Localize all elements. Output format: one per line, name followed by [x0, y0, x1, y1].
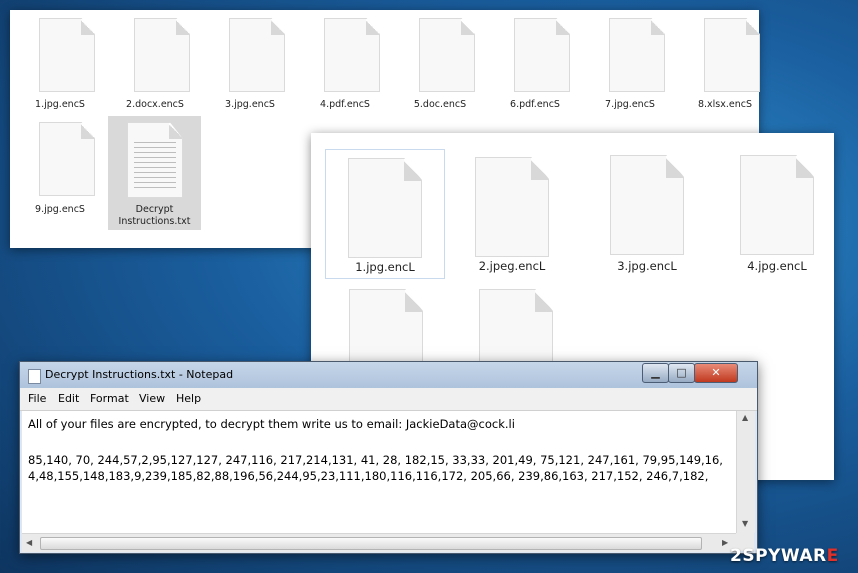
- file-item[interactable]: 4.pdf.encS: [305, 16, 385, 116]
- file-item[interactable]: 8.xlsx.encS: [685, 16, 765, 116]
- maximize-button[interactable]: □: [668, 363, 695, 383]
- document-icon: [514, 18, 570, 92]
- watermark-part: E: [826, 546, 839, 566]
- file-name: 4.pdf.encS: [320, 99, 370, 110]
- scroll-down-arrow-icon[interactable]: ▼: [742, 519, 748, 528]
- minimize-button[interactable]: ▁: [642, 363, 669, 383]
- file-item[interactable]: 1.jpg.encS: [20, 16, 100, 116]
- document-icon: [324, 18, 380, 92]
- file-name: 1.jpg.encL: [355, 260, 415, 274]
- horizontal-scrollbar[interactable]: ◀ ▶: [22, 533, 736, 552]
- window-title: Decrypt Instructions.txt - Notepad: [45, 368, 234, 381]
- file-item-focused[interactable]: 1.jpg.encL: [325, 149, 445, 279]
- menu-view[interactable]: View: [139, 392, 165, 405]
- horizontal-scroll-thumb[interactable]: [40, 537, 702, 550]
- text-editor-area[interactable]: All of your files are encrypted, to decr…: [22, 411, 736, 533]
- document-icon: [39, 122, 95, 196]
- menu-edit[interactable]: Edit: [58, 392, 79, 405]
- document-icon: [740, 155, 814, 255]
- document-icon: [475, 157, 549, 257]
- scroll-up-arrow-icon[interactable]: ▲: [742, 413, 748, 422]
- document-icon: [610, 155, 684, 255]
- menu-file[interactable]: File: [28, 392, 46, 405]
- file-item[interactable]: 3.jpg.encS: [210, 16, 290, 116]
- document-icon: [134, 18, 190, 92]
- file-name: 5.doc.encS: [413, 99, 467, 110]
- file-item[interactable]: 2.docx.encS: [115, 16, 195, 116]
- file-item[interactable]: 7.jpg.encS: [590, 16, 670, 116]
- file-name: 9.jpg.encS: [35, 204, 85, 215]
- file-item[interactable]: 6.pdf.encS: [495, 16, 575, 116]
- file-item[interactable]: 9.jpg.encS: [20, 122, 100, 222]
- file-name: 4.jpg.encL: [747, 259, 807, 273]
- vertical-scrollbar[interactable]: ▲ ▼: [736, 411, 755, 533]
- file-name: 2.jpeg.encL: [478, 259, 546, 273]
- file-name: 3.jpg.encL: [617, 259, 677, 273]
- document-icon: [704, 18, 760, 92]
- watermark-part: SPYWAR: [742, 546, 827, 566]
- file-name: 1.jpg.encS: [35, 99, 85, 110]
- watermark-logo: 2SPYWARE: [730, 546, 839, 566]
- file-name: 7.jpg.encS: [605, 99, 655, 110]
- menu-format[interactable]: Format: [90, 392, 129, 405]
- file-item[interactable]: 3.jpg.encL: [588, 149, 706, 277]
- text-line: 85,140, 70, 244,57,2,95,127,127, 247,116…: [28, 453, 723, 467]
- menu-bar: File Edit Format View Help: [20, 388, 757, 411]
- notepad-window: Decrypt Instructions.txt - Notepad ▁ □ ✕…: [19, 361, 758, 554]
- menu-help[interactable]: Help: [176, 392, 201, 405]
- document-icon: [39, 18, 95, 92]
- text-line: All of your files are encrypted, to decr…: [28, 417, 515, 431]
- file-name: 6.pdf.encS: [510, 99, 560, 110]
- notepad-icon: [28, 369, 41, 384]
- title-bar[interactable]: Decrypt Instructions.txt - Notepad ▁ □ ✕: [20, 362, 757, 388]
- file-item[interactable]: 5.doc.encS: [400, 16, 480, 116]
- document-icon: [348, 158, 422, 258]
- file-item[interactable]: 2.jpeg.encL: [453, 149, 571, 277]
- document-icon: [419, 18, 475, 92]
- file-item-selected[interactable]: Decrypt Instructions.txt: [108, 116, 201, 230]
- file-name: 2.docx.encS: [126, 99, 184, 110]
- file-name: 8.xlsx.encS: [697, 99, 753, 110]
- file-name: Decrypt Instructions.txt: [118, 204, 191, 227]
- text-document-icon: [127, 122, 183, 198]
- watermark-part: 2: [730, 546, 743, 566]
- document-icon: [609, 18, 665, 92]
- scroll-left-arrow-icon[interactable]: ◀: [26, 538, 32, 547]
- file-item[interactable]: 4.jpg.encL: [718, 149, 836, 277]
- close-button[interactable]: ✕: [694, 363, 738, 383]
- scroll-right-arrow-icon[interactable]: ▶: [722, 538, 728, 547]
- file-name: 3.jpg.encS: [225, 99, 275, 110]
- document-icon: [229, 18, 285, 92]
- text-line: 4,48,155,148,183,9,239,185,82,88,196,56,…: [28, 469, 709, 483]
